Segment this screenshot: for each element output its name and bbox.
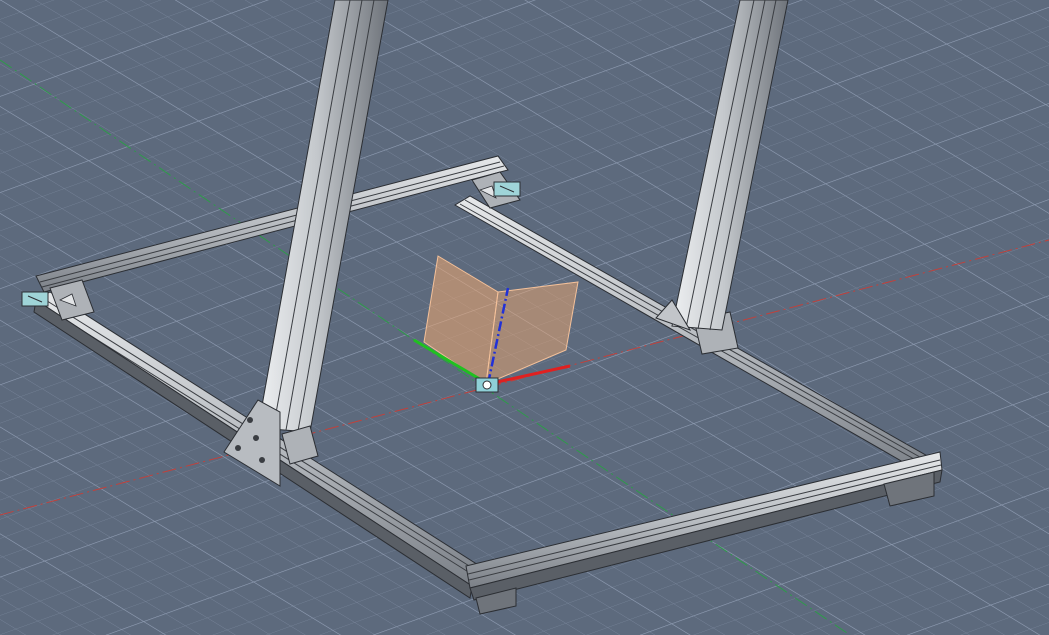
constraint-marker-back-right-icon[interactable] bbox=[493, 181, 521, 197]
cad-3d-viewport[interactable] bbox=[0, 0, 1049, 635]
constraint-marker-back-left-icon[interactable] bbox=[21, 291, 49, 307]
cad-scene[interactable] bbox=[0, 0, 1049, 635]
